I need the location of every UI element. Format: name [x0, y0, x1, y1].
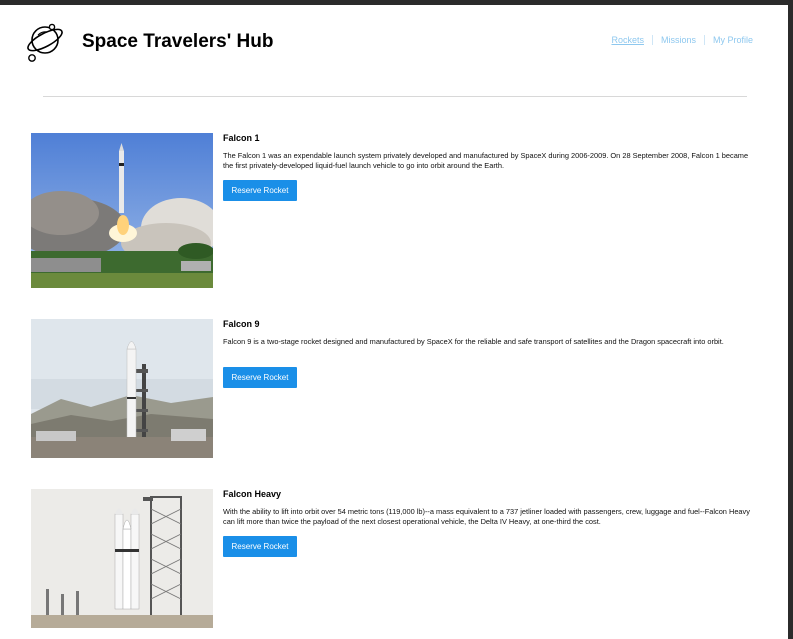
nav-my-profile-link[interactable]: My Profile — [703, 35, 761, 45]
rocket-name: Falcon 1 — [223, 133, 260, 143]
falcon-9-rocket-image — [31, 319, 213, 458]
rocket-name: Falcon Heavy — [223, 489, 282, 499]
reserve-rocket-button[interactable]: Reserve Rocket — [223, 367, 297, 388]
rocket-description: Falcon 9 is a two-stage rocket designed … — [223, 337, 724, 346]
header-divider — [43, 96, 747, 97]
reserve-rocket-button[interactable]: Reserve Rocket — [223, 536, 297, 557]
rocket-description: The Falcon 1 was an expendable launch sy… — [223, 151, 749, 170]
rocket-description: With the ability to lift into orbit over… — [223, 507, 750, 526]
page-header: Space Travelers' Hub Rockets Missions My… — [0, 5, 788, 97]
rocket-name: Falcon 9 — [223, 319, 260, 329]
falcon-heavy-rocket-image — [31, 489, 213, 628]
falcon-1-rocket-image — [31, 133, 213, 288]
nav-rockets-link[interactable]: Rockets — [603, 35, 652, 45]
nav-missions-link[interactable]: Missions — [651, 35, 704, 45]
site-title: Space Travelers' Hub — [82, 31, 274, 52]
rocket-card-falcon-1: Falcon 1 The Falcon 1 was an expendable … — [31, 133, 761, 288]
rocket-card-falcon-heavy: Falcon Heavy With the ability to lift in… — [31, 489, 761, 628]
rocket-card-falcon-9: Falcon 9 Falcon 9 is a two-stage rocket … — [31, 319, 761, 458]
window-frame-right — [788, 0, 793, 639]
reserve-rocket-button[interactable]: Reserve Rocket — [223, 180, 297, 201]
planet-logo-icon — [27, 23, 63, 62]
main-nav: Rockets Missions My Profile — [603, 35, 761, 45]
